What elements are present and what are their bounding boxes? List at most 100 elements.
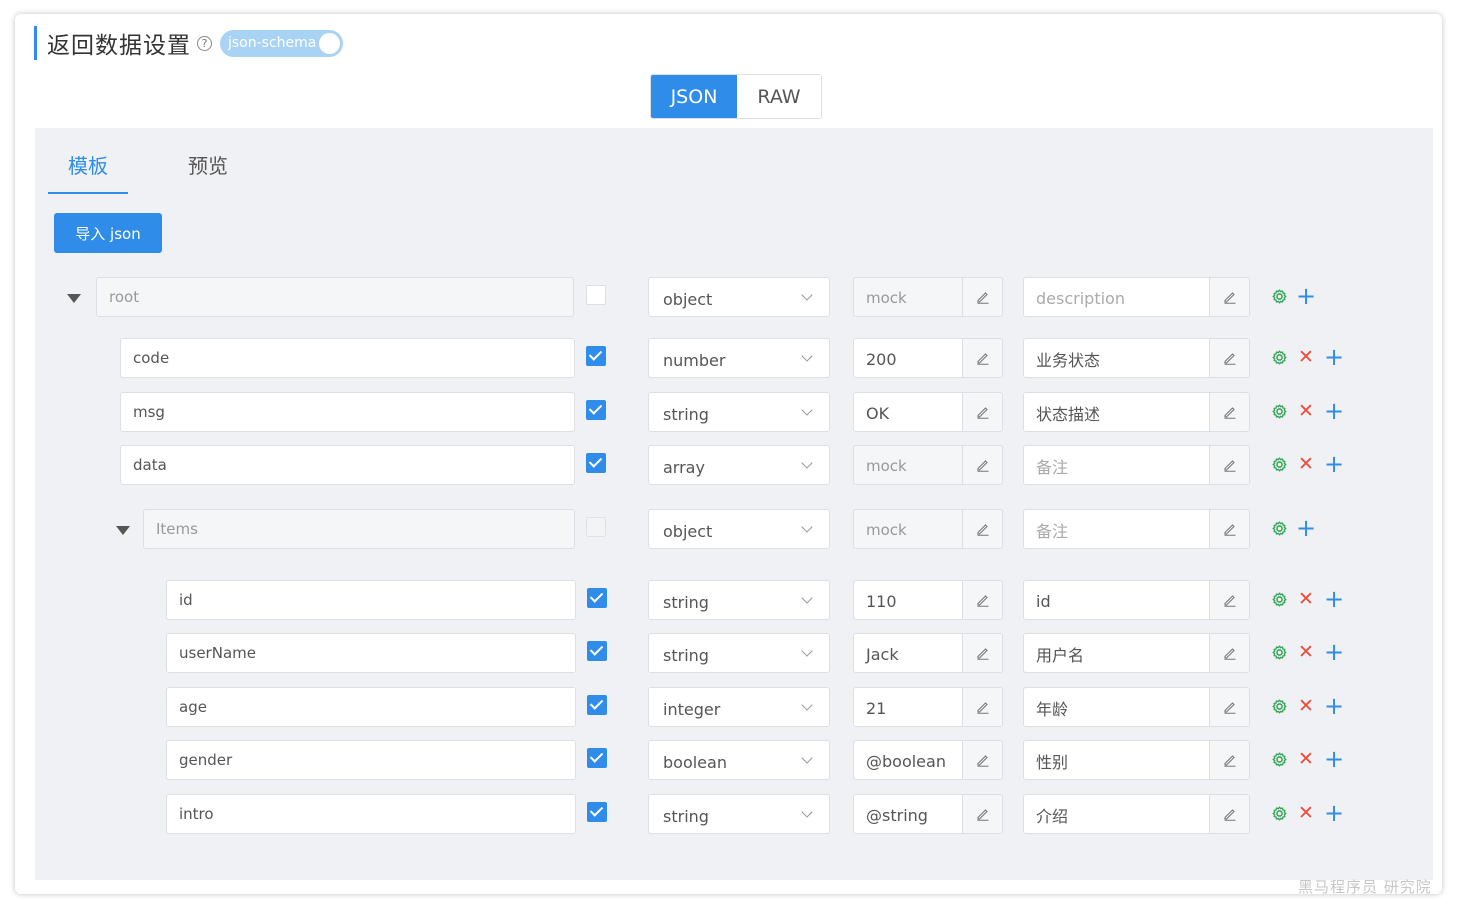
type-select[interactable]: string	[648, 392, 830, 432]
edit-icon[interactable]	[1209, 393, 1249, 431]
mock-input[interactable]: 21	[854, 688, 962, 726]
json-schema-toggle[interactable]: json-schema	[220, 29, 343, 57]
delete-icon[interactable]: ✕	[1295, 400, 1317, 422]
add-icon[interactable]: +	[1323, 587, 1345, 611]
delete-icon[interactable]: ✕	[1295, 802, 1317, 824]
add-icon[interactable]: +	[1323, 747, 1345, 771]
settings-icon[interactable]	[1268, 748, 1290, 770]
settings-icon[interactable]	[1268, 517, 1290, 539]
edit-icon[interactable]	[962, 581, 1002, 619]
settings-icon[interactable]	[1268, 285, 1290, 307]
required-checkbox[interactable]	[587, 748, 607, 768]
description-input[interactable]: 介绍	[1024, 795, 1209, 833]
edit-icon[interactable]	[1209, 278, 1249, 316]
type-select[interactable]: array	[648, 445, 830, 485]
edit-icon[interactable]	[962, 339, 1002, 377]
required-checkbox[interactable]	[587, 588, 607, 608]
required-checkbox[interactable]	[586, 400, 606, 420]
mode-raw-button[interactable]: RAW	[737, 75, 821, 118]
add-icon[interactable]: +	[1295, 284, 1317, 308]
description-input[interactable]: id	[1024, 581, 1209, 619]
collapse-caret-icon[interactable]	[116, 526, 130, 535]
type-select[interactable]: string	[648, 633, 830, 673]
description-input[interactable]: 业务状态	[1024, 339, 1209, 377]
collapse-caret-icon[interactable]	[67, 294, 81, 303]
type-select[interactable]: boolean	[648, 740, 830, 780]
required-checkbox[interactable]	[586, 453, 606, 473]
edit-icon[interactable]	[962, 510, 1002, 548]
settings-icon[interactable]	[1268, 641, 1290, 663]
type-select[interactable]: integer	[648, 687, 830, 727]
edit-icon[interactable]	[1209, 581, 1249, 619]
edit-icon[interactable]	[962, 741, 1002, 779]
help-icon[interactable]: ?	[197, 35, 212, 51]
edit-icon[interactable]	[962, 795, 1002, 833]
edit-icon[interactable]	[962, 634, 1002, 672]
mock-input[interactable]: @boolean	[854, 741, 962, 779]
tab-template[interactable]: 模板	[48, 140, 128, 194]
edit-icon[interactable]	[962, 278, 1002, 316]
mock-input[interactable]: 200	[854, 339, 962, 377]
delete-icon[interactable]: ✕	[1295, 748, 1317, 770]
required-checkbox[interactable]	[587, 802, 607, 822]
edit-icon[interactable]	[962, 446, 1002, 484]
mock-input[interactable]: Jack	[854, 634, 962, 672]
settings-icon[interactable]	[1268, 453, 1290, 475]
settings-icon[interactable]	[1268, 588, 1290, 610]
edit-icon[interactable]	[962, 393, 1002, 431]
edit-icon[interactable]	[1209, 339, 1249, 377]
add-icon[interactable]: +	[1323, 345, 1345, 369]
type-select[interactable]: number	[648, 338, 830, 378]
field-name-input[interactable]: id	[166, 580, 576, 620]
add-icon[interactable]: +	[1323, 399, 1345, 423]
settings-icon[interactable]	[1268, 802, 1290, 824]
type-select[interactable]: string	[648, 580, 830, 620]
delete-icon[interactable]: ✕	[1295, 346, 1317, 368]
required-checkbox[interactable]	[586, 517, 606, 537]
required-checkbox[interactable]	[586, 285, 606, 305]
mode-json-button[interactable]: JSON	[651, 75, 737, 118]
type-select[interactable]: object	[648, 509, 830, 549]
field-name-input[interactable]: userName	[166, 633, 576, 673]
field-name-input[interactable]: msg	[120, 392, 575, 432]
mock-input[interactable]: 110	[854, 581, 962, 619]
delete-icon[interactable]: ✕	[1295, 695, 1317, 717]
mock-input[interactable]: @string	[854, 795, 962, 833]
field-name-input[interactable]: data	[120, 445, 575, 485]
edit-icon[interactable]	[1209, 510, 1249, 548]
edit-icon[interactable]	[1209, 446, 1249, 484]
description-input[interactable]: 备注	[1024, 510, 1209, 548]
mock-input[interactable]: OK	[854, 393, 962, 431]
description-input[interactable]: 状态描述	[1024, 393, 1209, 431]
delete-icon[interactable]: ✕	[1295, 453, 1317, 475]
edit-icon[interactable]	[962, 688, 1002, 726]
edit-icon[interactable]	[1209, 634, 1249, 672]
edit-icon[interactable]	[1209, 688, 1249, 726]
field-name-input[interactable]: intro	[166, 794, 576, 834]
field-name-input[interactable]: gender	[166, 740, 576, 780]
import-json-button[interactable]: 导入 json	[54, 213, 162, 253]
add-icon[interactable]: +	[1323, 452, 1345, 476]
description-input[interactable]: 性别	[1024, 741, 1209, 779]
add-icon[interactable]: +	[1295, 516, 1317, 540]
delete-icon[interactable]: ✕	[1295, 641, 1317, 663]
add-icon[interactable]: +	[1323, 640, 1345, 664]
type-select[interactable]: string	[648, 794, 830, 834]
required-checkbox[interactable]	[587, 641, 607, 661]
description-input[interactable]: 备注	[1024, 446, 1209, 484]
add-icon[interactable]: +	[1323, 801, 1345, 825]
settings-icon[interactable]	[1268, 346, 1290, 368]
delete-icon[interactable]: ✕	[1295, 588, 1317, 610]
type-select[interactable]: object	[648, 277, 830, 317]
description-input[interactable]: description	[1024, 278, 1209, 316]
add-icon[interactable]: +	[1323, 694, 1345, 718]
required-checkbox[interactable]	[587, 695, 607, 715]
field-name-input[interactable]: code	[120, 338, 575, 378]
settings-icon[interactable]	[1268, 695, 1290, 717]
edit-icon[interactable]	[1209, 741, 1249, 779]
required-checkbox[interactable]	[586, 346, 606, 366]
description-input[interactable]: 用户名	[1024, 634, 1209, 672]
settings-icon[interactable]	[1268, 400, 1290, 422]
field-name-input[interactable]: age	[166, 687, 576, 727]
description-input[interactable]: 年龄	[1024, 688, 1209, 726]
